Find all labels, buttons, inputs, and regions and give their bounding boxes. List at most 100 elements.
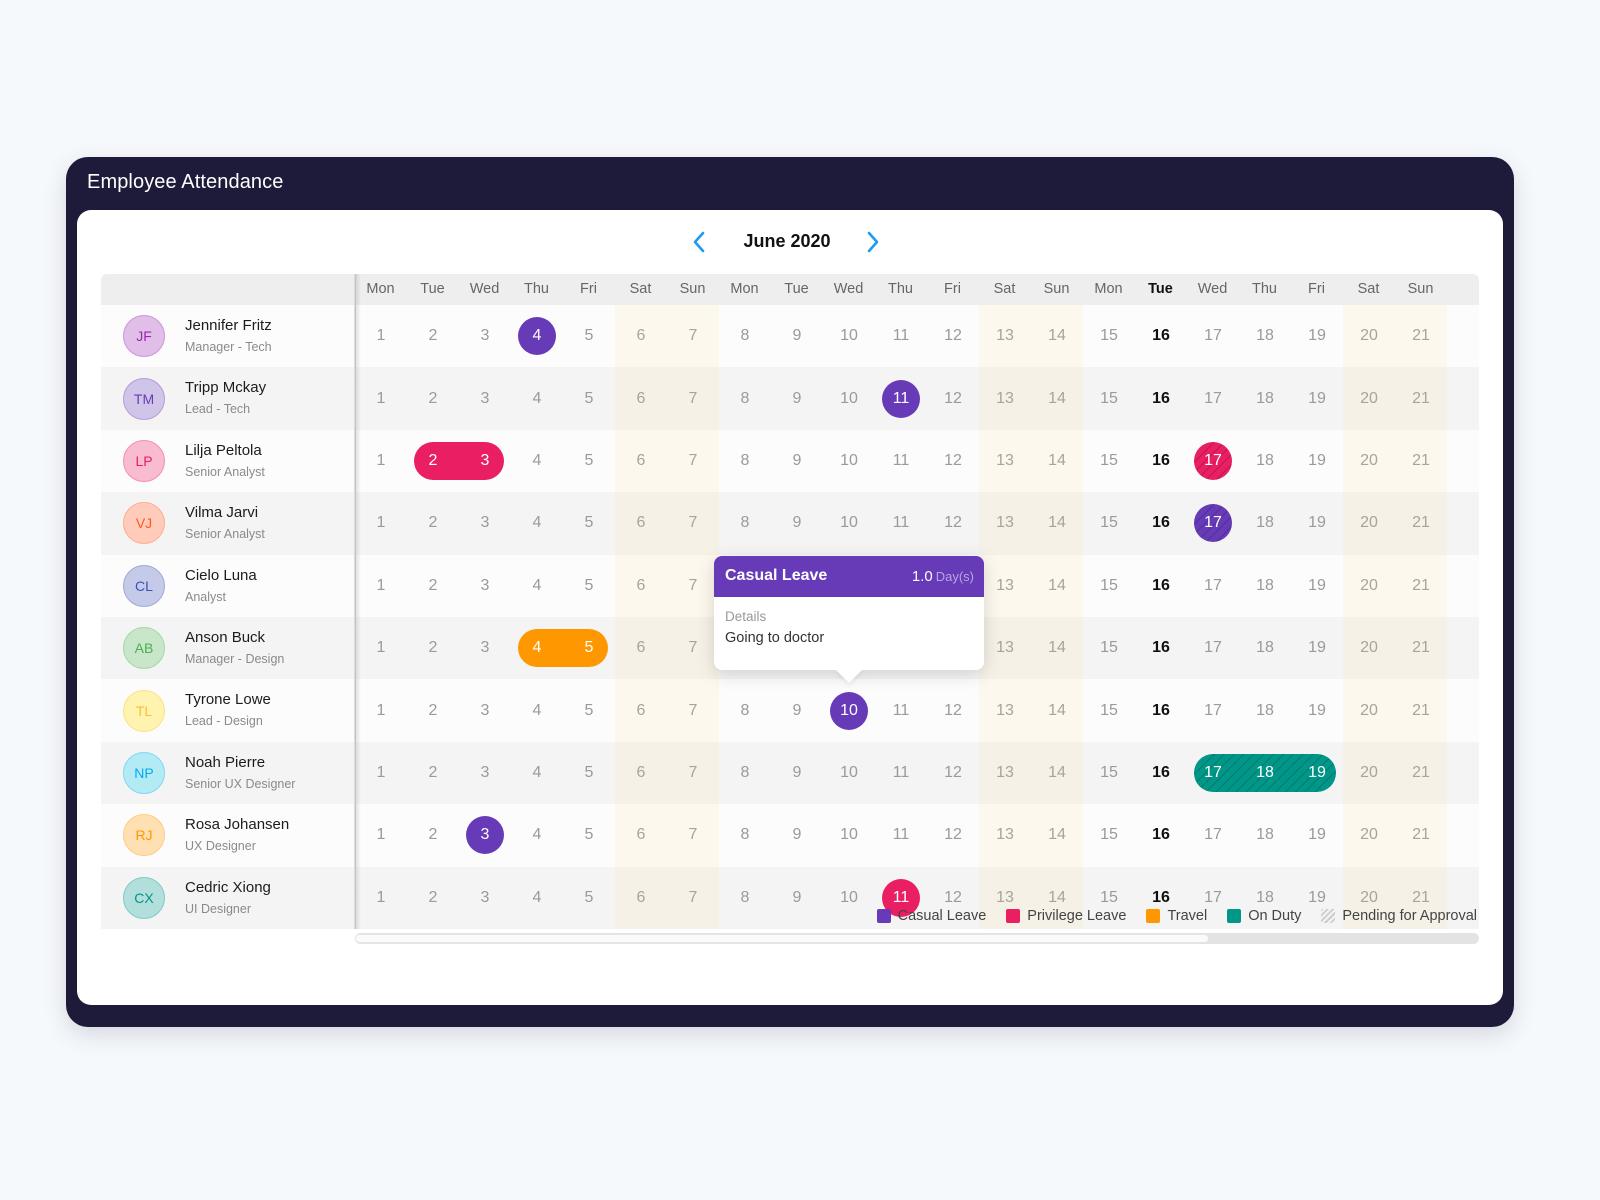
day-cell[interactable]: 14 — [1031, 679, 1083, 741]
day-cell[interactable]: 19 — [1291, 367, 1343, 429]
day-cell[interactable]: 11 — [875, 492, 927, 554]
day-cell[interactable]: 6 — [615, 804, 667, 866]
day-cell[interactable]: 7 — [667, 367, 719, 429]
day-cell[interactable]: 15 — [1083, 804, 1135, 866]
day-cell[interactable]: 15 — [1083, 367, 1135, 429]
day-cell[interactable]: 17 — [1187, 492, 1239, 554]
day-cell[interactable]: 20 — [1343, 305, 1395, 367]
day-cell[interactable]: 18 — [1239, 679, 1291, 741]
day-cell[interactable]: 4 — [511, 367, 563, 429]
day-cell[interactable]: 2 — [407, 867, 459, 929]
day-cell[interactable]: 18 — [1239, 617, 1291, 679]
day-cell[interactable]: 4 — [511, 555, 563, 617]
day-cell[interactable]: 18 — [1239, 492, 1291, 554]
day-cell[interactable]: 6 — [615, 679, 667, 741]
employee-cell[interactable]: TL Tyrone Lowe Lead - Design — [101, 679, 355, 741]
day-cell[interactable]: 2 — [407, 430, 459, 492]
day-cell[interactable]: 14 — [1031, 430, 1083, 492]
day-cell[interactable]: 6 — [615, 305, 667, 367]
employee-cell[interactable]: CL Cielo Luna Analyst — [101, 555, 355, 617]
day-cell[interactable]: 17 — [1187, 867, 1239, 929]
next-month-button[interactable] — [861, 230, 885, 254]
day-cell[interactable]: 14 — [1031, 617, 1083, 679]
day-cell[interactable]: 4 — [511, 867, 563, 929]
employee-cell[interactable]: CX Cedric Xiong UI Designer — [101, 867, 355, 929]
day-cell[interactable]: 7 — [667, 617, 719, 679]
day-cell[interactable]: 10 — [823, 867, 875, 929]
day-cell[interactable]: 19 — [1291, 867, 1343, 929]
day-cell[interactable]: 21 — [1395, 555, 1447, 617]
day-cell[interactable]: 10 — [823, 742, 875, 804]
day-cell[interactable]: 1 — [355, 804, 407, 866]
day-cell[interactable]: 18 — [1239, 367, 1291, 429]
day-cell[interactable]: 21 — [1395, 305, 1447, 367]
day-cell[interactable]: 18 — [1239, 742, 1291, 804]
day-cell[interactable]: 3 — [459, 430, 511, 492]
day-cell[interactable]: 15 — [1083, 492, 1135, 554]
day-cell[interactable]: 7 — [667, 430, 719, 492]
day-cell[interactable]: 2 — [407, 555, 459, 617]
day-cell[interactable]: 16 — [1135, 555, 1187, 617]
employee-cell[interactable]: LP Lilja Peltola Senior Analyst — [101, 430, 355, 492]
day-cell[interactable]: 3 — [459, 742, 511, 804]
day-cell[interactable]: 12 — [927, 679, 979, 741]
day-cell[interactable]: 5 — [563, 492, 615, 554]
day-cell[interactable]: 9 — [771, 305, 823, 367]
day-cell[interactable]: 2 — [407, 742, 459, 804]
day-cell[interactable]: 2 — [407, 804, 459, 866]
day-cell[interactable]: 13 — [979, 679, 1031, 741]
day-cell[interactable]: 16 — [1135, 617, 1187, 679]
day-cell[interactable]: 1 — [355, 679, 407, 741]
day-cell[interactable]: 14 — [1031, 555, 1083, 617]
day-cell[interactable]: 11 — [875, 367, 927, 429]
day-cell[interactable]: 20 — [1343, 555, 1395, 617]
day-cell[interactable]: 9 — [771, 367, 823, 429]
day-cell[interactable]: 19 — [1291, 804, 1343, 866]
day-cell[interactable]: 4 — [511, 742, 563, 804]
day-cell[interactable]: 4 — [511, 679, 563, 741]
day-cell[interactable]: 1 — [355, 555, 407, 617]
day-cell[interactable]: 21 — [1395, 617, 1447, 679]
day-cell[interactable]: 14 — [1031, 367, 1083, 429]
day-cell[interactable]: 6 — [615, 555, 667, 617]
day-cell[interactable]: 15 — [1083, 867, 1135, 929]
day-cell[interactable]: 9 — [771, 867, 823, 929]
day-cell[interactable]: 6 — [615, 867, 667, 929]
day-cell[interactable]: 17 — [1187, 617, 1239, 679]
day-cell[interactable]: 15 — [1083, 555, 1135, 617]
day-cell[interactable]: 11 — [875, 679, 927, 741]
day-cell[interactable]: 20 — [1343, 367, 1395, 429]
day-cell[interactable]: 5 — [563, 555, 615, 617]
day-cell[interactable]: 14 — [1031, 742, 1083, 804]
day-cell[interactable]: 1 — [355, 305, 407, 367]
day-cell[interactable]: 14 — [1031, 867, 1083, 929]
day-cell[interactable]: 11 — [875, 867, 927, 929]
day-cell[interactable]: 18 — [1239, 804, 1291, 866]
day-cell[interactable]: 19 — [1291, 617, 1343, 679]
day-cell[interactable]: 1 — [355, 617, 407, 679]
day-cell[interactable]: 8 — [719, 804, 771, 866]
day-cell[interactable]: 13 — [979, 804, 1031, 866]
day-cell[interactable]: 13 — [979, 430, 1031, 492]
day-cell[interactable]: 17 — [1187, 555, 1239, 617]
day-cell[interactable]: 2 — [407, 367, 459, 429]
day-cell[interactable]: 14 — [1031, 305, 1083, 367]
day-cell[interactable]: 16 — [1135, 367, 1187, 429]
day-cell[interactable]: 12 — [927, 867, 979, 929]
day-cell[interactable]: 16 — [1135, 742, 1187, 804]
day-cell[interactable]: 2 — [407, 617, 459, 679]
day-cell[interactable]: 9 — [771, 492, 823, 554]
day-cell[interactable]: 10 — [823, 367, 875, 429]
day-cell[interactable]: 20 — [1343, 867, 1395, 929]
horizontal-scrollbar[interactable] — [355, 933, 1479, 944]
day-cell[interactable]: 19 — [1291, 492, 1343, 554]
day-cell[interactable]: 10 — [823, 679, 875, 741]
day-cell[interactable]: 5 — [563, 430, 615, 492]
day-cell[interactable]: 2 — [407, 492, 459, 554]
day-cell[interactable]: 1 — [355, 742, 407, 804]
day-cell[interactable]: 8 — [719, 305, 771, 367]
day-cell[interactable]: 13 — [979, 617, 1031, 679]
day-cell[interactable]: 19 — [1291, 679, 1343, 741]
day-cell[interactable]: 15 — [1083, 430, 1135, 492]
day-cell[interactable]: 17 — [1187, 367, 1239, 429]
